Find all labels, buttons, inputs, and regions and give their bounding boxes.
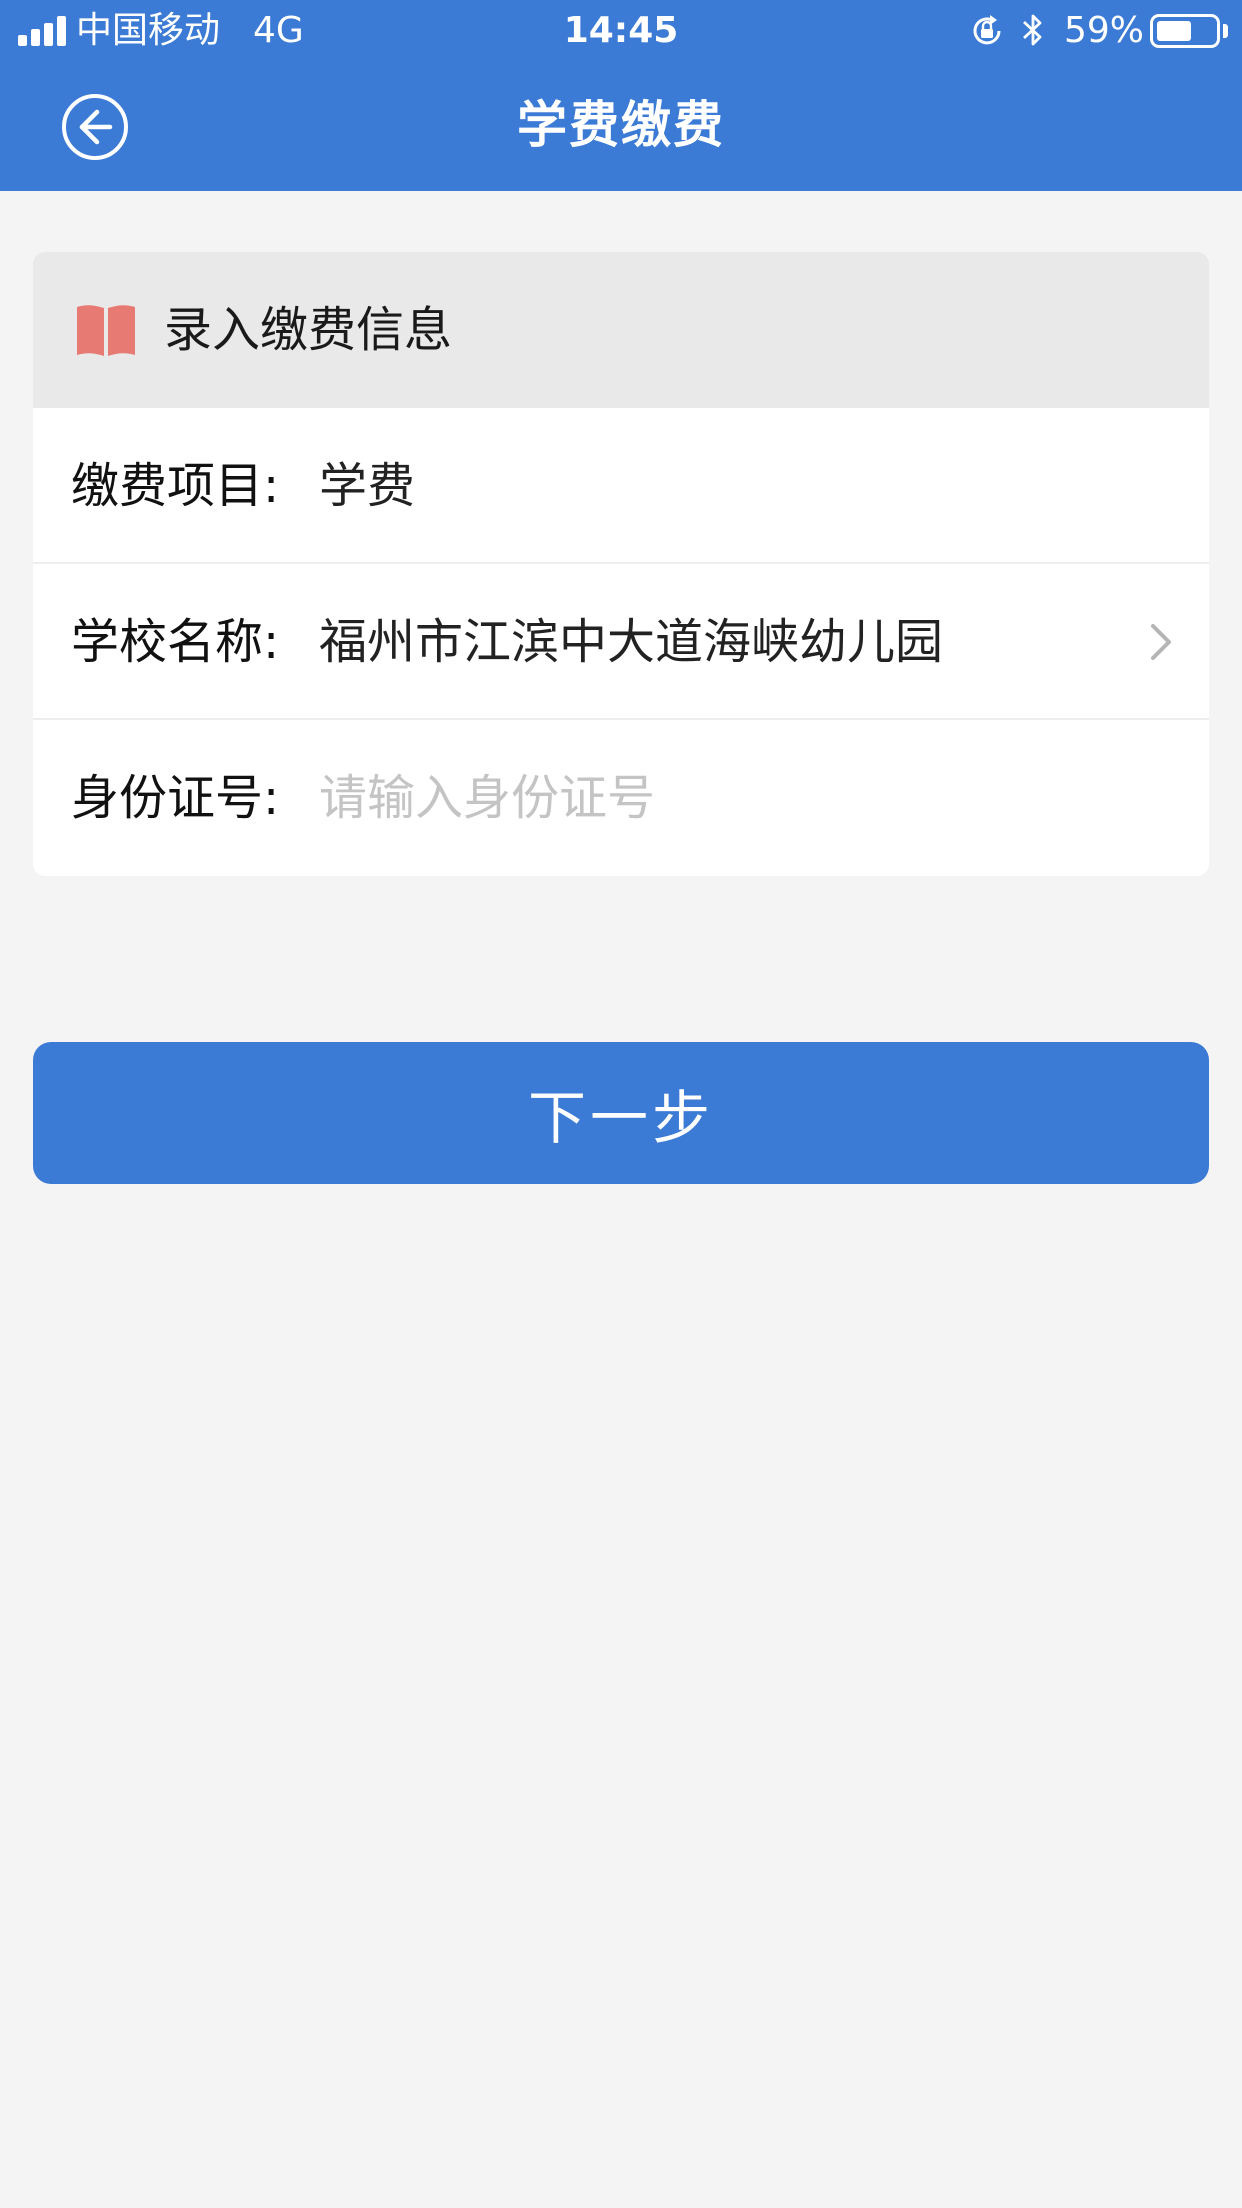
book-icon bbox=[77, 305, 135, 356]
payment-item-label: 缴费项目: bbox=[71, 458, 280, 514]
payment-item-row: 缴费项目: 学费 bbox=[33, 408, 1209, 564]
battery-icon bbox=[1150, 14, 1220, 48]
school-name-row[interactable]: 学校名称: 福州市江滨中大道海峡幼儿园 bbox=[33, 564, 1209, 720]
school-name-value: 福州市江滨中大道海峡幼儿园 bbox=[319, 614, 944, 670]
app-header: 中国移动 4G 14:45 59% 学费缴费 bbox=[0, 0, 1242, 191]
payment-info-card: 录入缴费信息 缴费项目: 学费 学校名称: 福州市江滨中大道海峡幼儿园 身份证号… bbox=[33, 252, 1209, 876]
battery-percent: 59% bbox=[1064, 10, 1145, 51]
bluetooth-icon bbox=[1023, 14, 1042, 46]
id-number-input[interactable] bbox=[319, 758, 1169, 838]
payment-item-value: 学费 bbox=[319, 458, 416, 514]
card-header: 录入缴费信息 bbox=[33, 252, 1209, 408]
battery-nub bbox=[1223, 24, 1228, 38]
school-name-label: 学校名称: bbox=[71, 614, 280, 670]
battery-level-fill bbox=[1157, 21, 1191, 41]
status-time: 14:45 bbox=[563, 10, 679, 51]
card-title: 录入缴费信息 bbox=[164, 302, 453, 358]
id-number-row: 身份证号: bbox=[33, 720, 1209, 876]
chevron-right-icon bbox=[1151, 624, 1171, 660]
page-title: 学费缴费 bbox=[517, 96, 725, 154]
rotation-lock-icon bbox=[973, 15, 1001, 45]
status-bar: 中国移动 4G 14:45 59% bbox=[0, 0, 1242, 62]
next-step-button[interactable]: 下一步 bbox=[33, 1042, 1209, 1184]
id-number-label: 身份证号: bbox=[71, 770, 280, 826]
